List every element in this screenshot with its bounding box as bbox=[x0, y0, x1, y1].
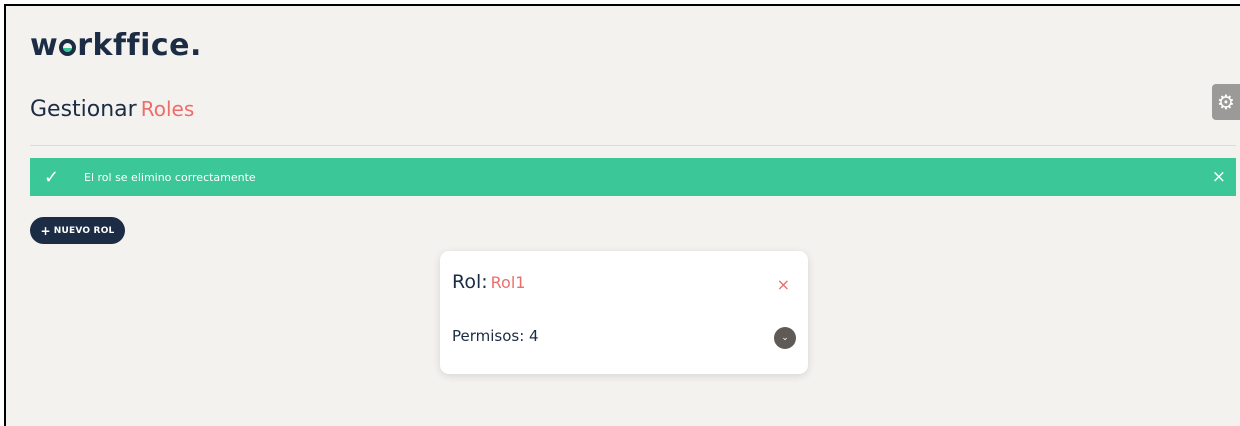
page-title-main: Gestionar bbox=[30, 97, 137, 122]
new-role-label: NUEVO ROL bbox=[53, 225, 115, 236]
check-icon: ✓ bbox=[44, 166, 60, 188]
permissions-count: Permisos: 4 bbox=[452, 327, 539, 345]
page-title: Gestionar Roles bbox=[30, 94, 194, 125]
delete-role-icon[interactable]: × bbox=[777, 275, 790, 294]
page-title-accent: Roles bbox=[140, 97, 195, 121]
workffice-logo: w rkffice. bbox=[30, 28, 202, 64]
app-frame: w rkffice. Gestionar Roles ⚙ ✓ El rol se e… bbox=[4, 4, 1240, 426]
role-title: Rol: Rol1 bbox=[452, 271, 525, 293]
new-role-button[interactable]: + NUEVO ROL bbox=[30, 217, 125, 244]
success-alert: ✓ El rol se elimino correctamente × bbox=[30, 158, 1236, 196]
role-name: Rol1 bbox=[490, 273, 526, 292]
plus-icon: + bbox=[40, 223, 51, 238]
header-divider bbox=[30, 145, 1236, 146]
alert-message: El rol se elimino correctamente bbox=[84, 170, 256, 184]
gear-icon: ⚙ bbox=[1217, 90, 1235, 114]
settings-button[interactable]: ⚙ bbox=[1212, 84, 1240, 120]
logo-text-start: w bbox=[30, 28, 59, 63]
expand-permissions-button[interactable]: ⌄ bbox=[774, 327, 796, 349]
chevron-down-icon: ⌄ bbox=[781, 333, 789, 343]
role-card: Rol: Rol1 × Permisos: 4 ⌄ bbox=[440, 251, 808, 374]
logo-text-end: rkffice. bbox=[77, 28, 202, 63]
logo-o-icon bbox=[59, 39, 77, 56]
role-label: Rol: bbox=[452, 271, 488, 293]
alert-close-icon[interactable]: × bbox=[1212, 167, 1226, 187]
